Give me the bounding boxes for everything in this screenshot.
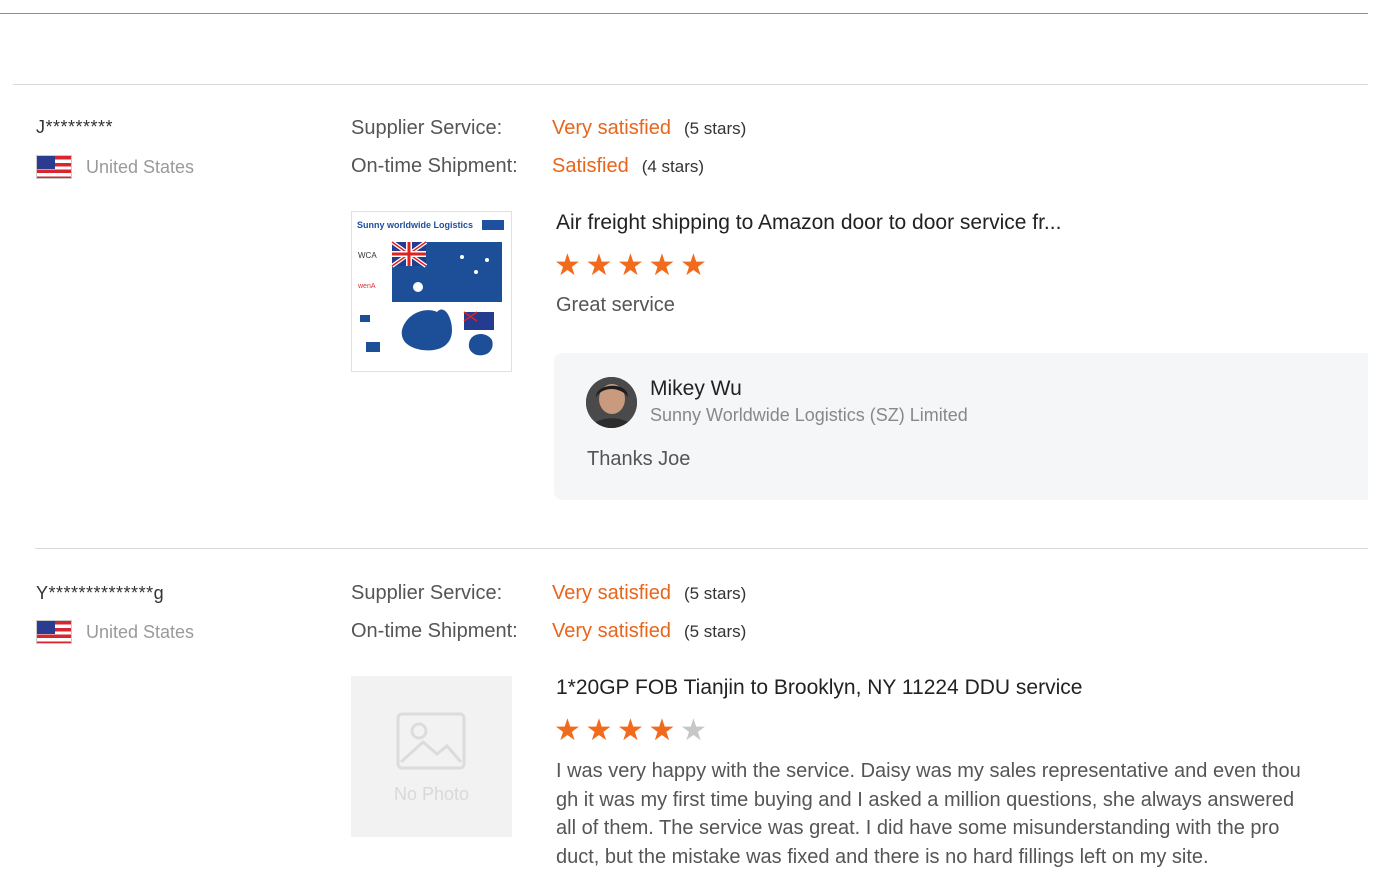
buyer-country: United States	[36, 620, 194, 644]
rating-on-time-shipment: On-time Shipment: Very satisfied (5 star…	[351, 620, 746, 643]
rating-label: On-time Shipment:	[351, 155, 518, 177]
product-title-link[interactable]: 1*20GP FOB Tianjin to Brooklyn, NY 11224…	[556, 676, 1082, 700]
buyer-name: J*********	[36, 117, 114, 137]
product-thumbnail-placeholder[interactable]: No Photo	[351, 676, 512, 837]
star-filled-icon: ★	[648, 249, 676, 282]
star-filled-icon: ★	[554, 249, 581, 282]
star-rating: ★ ★ ★ ★ ★	[554, 251, 712, 281]
product-title-link[interactable]: Air freight shipping to Amazon door to d…	[556, 211, 1061, 235]
rating-value: Very satisfied	[552, 117, 671, 139]
star-rating: ★ ★ ★ ★ ★	[554, 716, 712, 746]
rating-supplier-service: Supplier Service: Very satisfied (5 star…	[351, 117, 746, 140]
rating-label: On-time Shipment:	[351, 620, 518, 642]
star-filled-icon: ★	[585, 714, 613, 747]
rating-label: Supplier Service:	[351, 582, 503, 604]
star-filled-icon: ★	[585, 249, 613, 282]
rating-on-time-shipment: On-time Shipment: Satisfied (4 stars)	[351, 155, 704, 178]
country-name: United States	[86, 156, 195, 177]
star-empty-icon: ★	[680, 714, 707, 747]
us-flag-icon	[36, 155, 72, 179]
rating-stars-text: (5 stars)	[683, 119, 747, 138]
supplier-reply: Mikey Wu Sunny Worldwide Logistics (SZ) …	[554, 353, 1368, 500]
comment-line: gh it was my first time buying and I ask…	[556, 788, 1295, 811]
review-comment: Great service	[556, 294, 675, 316]
star-filled-icon: ★	[554, 714, 581, 747]
no-photo-label: No Photo	[393, 784, 470, 804]
star-filled-icon: ★	[617, 249, 644, 282]
rating-stars-text: (5 stars)	[683, 584, 747, 603]
image-placeholder-icon	[396, 712, 466, 770]
rating-stars-text: (4 stars)	[641, 157, 705, 176]
star-filled-icon: ★	[617, 714, 644, 747]
star-filled-icon: ★	[648, 714, 676, 747]
star-filled-icon: ★	[680, 249, 707, 282]
product-image-caption: Sunny worldwide Logistics	[357, 220, 473, 230]
buyer-country: United States	[36, 155, 194, 179]
avatar	[586, 377, 637, 428]
rating-label: Supplier Service:	[351, 117, 503, 139]
review-comment: I was very happy with the service. Daisy…	[556, 757, 1301, 869]
us-flag-icon	[36, 620, 72, 644]
comment-line: I was very happy with the service. Daisy…	[556, 760, 1301, 782]
comment-line: all of them. The service was great. I di…	[556, 817, 1280, 839]
rating-stars-text: (5 stars)	[683, 622, 747, 641]
comment-line: duct, but the mistake was fixed and ther…	[556, 845, 1209, 868]
reply-author-name: Mikey Wu	[650, 377, 742, 400]
section-divider	[13, 84, 1368, 85]
reply-text: Thanks Joe	[587, 448, 691, 470]
rating-supplier-service: Supplier Service: Very satisfied (5 star…	[351, 582, 746, 605]
review-divider	[35, 548, 1368, 549]
buyer-name: Y**************g	[36, 583, 165, 603]
rating-value: Very satisfied	[552, 582, 671, 604]
product-thumbnail[interactable]: Sunny worldwide Logistics WCA wenA	[351, 211, 512, 372]
rating-value: Very satisfied	[552, 620, 671, 642]
svg-text:wenA: wenA	[357, 283, 376, 290]
country-name: United States	[86, 621, 195, 642]
top-divider	[0, 13, 1368, 14]
product-thumbnail-image: Sunny worldwide Logistics WCA wenA	[357, 220, 504, 356]
rating-value: Satisfied	[552, 155, 629, 177]
svg-text:WCA: WCA	[358, 251, 377, 260]
reply-company-name: Sunny Worldwide Logistics (SZ) Limited	[650, 405, 968, 425]
